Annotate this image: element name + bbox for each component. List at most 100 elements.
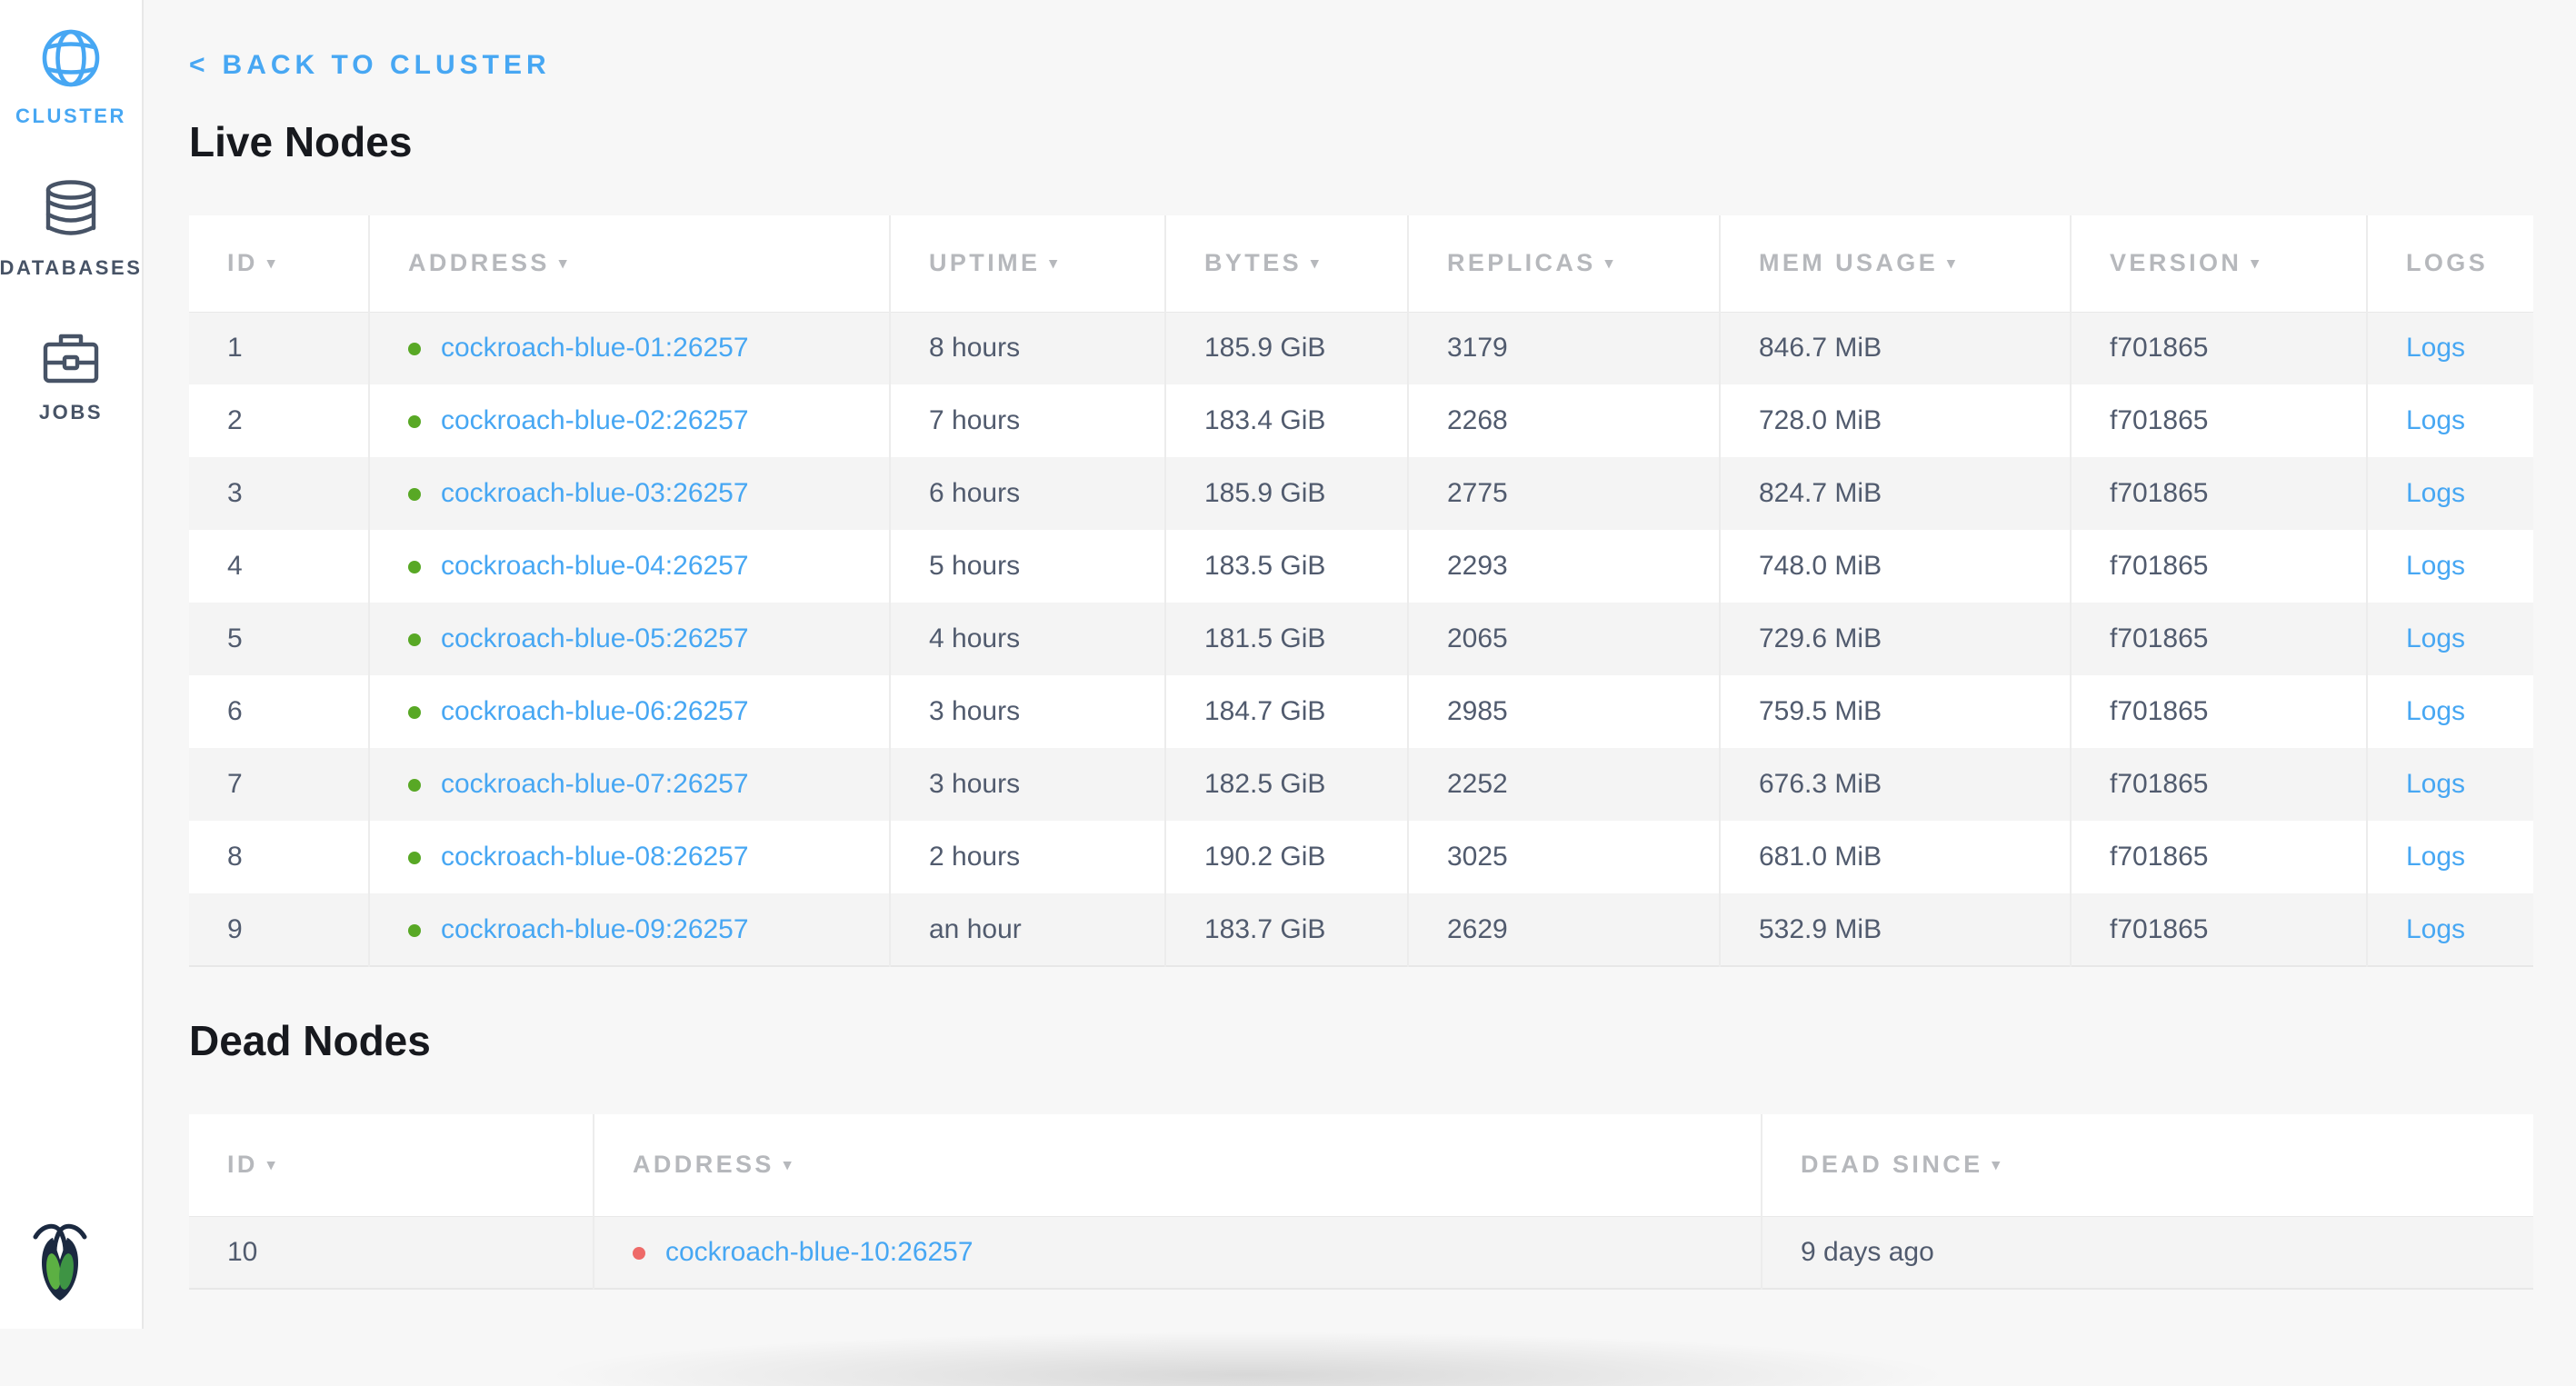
cell-replicas: 2268 (1408, 384, 1720, 457)
logs-link[interactable]: Logs (2406, 478, 2465, 508)
cell-id: 7 (189, 748, 369, 821)
cell-uptime: 2 hours (890, 821, 1165, 893)
cell-uptime: 3 hours (890, 748, 1165, 821)
sort-arrow-icon: ▾ (784, 1156, 794, 1173)
bottom-shadow (409, 1277, 2272, 1386)
node-address-link[interactable]: cockroach-blue-04:26257 (441, 551, 749, 581)
cell-mem-usage: 824.7 MiB (1720, 457, 2071, 530)
node-address-link[interactable]: cockroach-blue-09:26257 (441, 914, 749, 944)
node-address-link[interactable]: cockroach-blue-06:26257 (441, 696, 749, 726)
node-live-dot-icon (408, 343, 421, 355)
back-link-label: BACK TO CLUSTER (223, 50, 551, 80)
node-live-dot-icon (408, 924, 421, 937)
live-node-row: 4cockroach-blue-04:262575 hours183.5 GiB… (189, 530, 2533, 603)
logs-link[interactable]: Logs (2406, 405, 2465, 435)
cell-id: 2 (189, 384, 369, 457)
logs-link[interactable]: Logs (2406, 551, 2465, 581)
node-address-link[interactable]: cockroach-blue-08:26257 (441, 842, 749, 872)
cell-version: f701865 (2071, 675, 2367, 748)
column-header-id[interactable]: ID▾ (189, 1114, 594, 1216)
logs-link[interactable]: Logs (2406, 914, 2465, 944)
logs-link[interactable]: Logs (2406, 842, 2465, 872)
node-address-link[interactable]: cockroach-blue-10:26257 (665, 1237, 973, 1267)
cell-replicas: 3025 (1408, 821, 1720, 893)
back-to-cluster-link[interactable]: <BACK TO CLUSTER (189, 50, 551, 81)
node-address-link[interactable]: cockroach-blue-05:26257 (441, 623, 749, 653)
node-live-dot-icon (408, 488, 421, 501)
logs-cell: Logs (2367, 384, 2533, 457)
sidebar-item-databases[interactable]: DATABASES (0, 179, 143, 280)
live-node-row: 1cockroach-blue-01:262578 hours185.9 GiB… (189, 312, 2533, 384)
cell-uptime: 8 hours (890, 312, 1165, 384)
cell-mem-usage: 846.7 MiB (1720, 312, 2071, 384)
cell-bytes: 183.4 GiB (1165, 384, 1408, 457)
node-address-link[interactable]: cockroach-blue-03:26257 (441, 478, 749, 508)
column-label: ID (227, 249, 258, 276)
live-node-row: 6cockroach-blue-06:262573 hours184.7 GiB… (189, 675, 2533, 748)
sort-arrow-icon: ▾ (267, 254, 278, 272)
node-address-link[interactable]: cockroach-blue-02:26257 (441, 405, 749, 435)
column-header-dead-since[interactable]: DEAD SINCE▾ (1762, 1114, 2533, 1216)
column-label: REPLICAS (1447, 249, 1596, 276)
cell-uptime: 3 hours (890, 675, 1165, 748)
cell-address: cockroach-blue-06:26257 (369, 675, 890, 748)
cell-address: cockroach-blue-10:26257 (594, 1216, 1762, 1289)
cell-bytes: 181.5 GiB (1165, 603, 1408, 675)
live-nodes-table: ID▾ADDRESS▾UPTIME▾BYTES▾REPLICAS▾MEM USA… (189, 215, 2533, 967)
cell-mem-usage: 681.0 MiB (1720, 821, 2071, 893)
sort-arrow-icon: ▾ (1605, 254, 1616, 272)
cell-mem-usage: 729.6 MiB (1720, 603, 2071, 675)
column-label: MEM USAGE (1759, 249, 1938, 276)
column-header-id[interactable]: ID ▾ (189, 215, 369, 312)
dead-node-row: 10cockroach-blue-10:262579 days ago (189, 1216, 2533, 1289)
column-header-address[interactable]: ADDRESS ▾ (369, 215, 890, 312)
sidebar-item-label: CLUSTER (15, 105, 126, 128)
node-address-link[interactable]: cockroach-blue-07:26257 (441, 769, 749, 799)
node-dead-dot-icon (633, 1247, 645, 1260)
live-node-row: 3cockroach-blue-03:262576 hours185.9 GiB… (189, 457, 2533, 530)
sort-arrow-icon: ▾ (1311, 254, 1322, 272)
column-header-bytes[interactable]: BYTES▾ (1165, 215, 1408, 312)
cell-version: f701865 (2071, 603, 2367, 675)
cell-address: cockroach-blue-08:26257 (369, 821, 890, 893)
column-header-version[interactable]: VERSION▾ (2071, 215, 2367, 312)
live-node-row: 9cockroach-blue-09:26257an hour183.7 GiB… (189, 893, 2533, 966)
sort-arrow-icon: ▾ (559, 254, 570, 272)
cockroachdb-logo (33, 1221, 87, 1303)
node-live-dot-icon (408, 779, 421, 792)
column-header-replicas[interactable]: REPLICAS ▾ (1408, 215, 1720, 312)
live-node-row: 8cockroach-blue-08:262572 hours190.2 GiB… (189, 821, 2533, 893)
sort-arrow-icon: ▾ (1947, 254, 1958, 272)
dead-nodes-header-row: ID▾ADDRESS▾DEAD SINCE▾ (189, 1114, 2533, 1216)
logs-cell: Logs (2367, 603, 2533, 675)
cell-version: f701865 (2071, 312, 2367, 384)
cell-replicas: 2985 (1408, 675, 1720, 748)
database-icon (44, 179, 98, 245)
cell-bytes: 185.9 GiB (1165, 457, 1408, 530)
logs-link[interactable]: Logs (2406, 623, 2465, 653)
sort-arrow-icon: ▾ (1992, 1156, 2003, 1173)
column-header-address[interactable]: ADDRESS▾ (594, 1114, 1762, 1216)
live-nodes-title: Live Nodes (189, 117, 2576, 166)
sidebar-item-cluster[interactable]: CLUSTER (15, 27, 126, 128)
logs-link[interactable]: Logs (2406, 769, 2465, 799)
sidebar-item-jobs[interactable]: JOBS (39, 331, 103, 424)
logs-cell: Logs (2367, 312, 2533, 384)
cell-id: 6 (189, 675, 369, 748)
logs-link[interactable]: Logs (2406, 696, 2465, 726)
cell-replicas: 3179 (1408, 312, 1720, 384)
node-address-link[interactable]: cockroach-blue-01:26257 (441, 333, 749, 363)
logs-link[interactable]: Logs (2406, 333, 2465, 363)
cell-uptime: 5 hours (890, 530, 1165, 603)
column-header-mem-usage[interactable]: MEM USAGE ▾ (1720, 215, 2071, 312)
column-label: ADDRESS (408, 249, 550, 276)
cell-version: f701865 (2071, 893, 2367, 966)
logs-cell: Logs (2367, 748, 2533, 821)
cell-replicas: 2293 (1408, 530, 1720, 603)
cell-address: cockroach-blue-05:26257 (369, 603, 890, 675)
column-header-uptime[interactable]: UPTIME▾ (890, 215, 1165, 312)
sidebar-item-label: JOBS (39, 401, 103, 424)
cell-replicas: 2775 (1408, 457, 1720, 530)
sort-arrow-icon: ▾ (267, 1156, 278, 1173)
node-live-dot-icon (408, 852, 421, 864)
